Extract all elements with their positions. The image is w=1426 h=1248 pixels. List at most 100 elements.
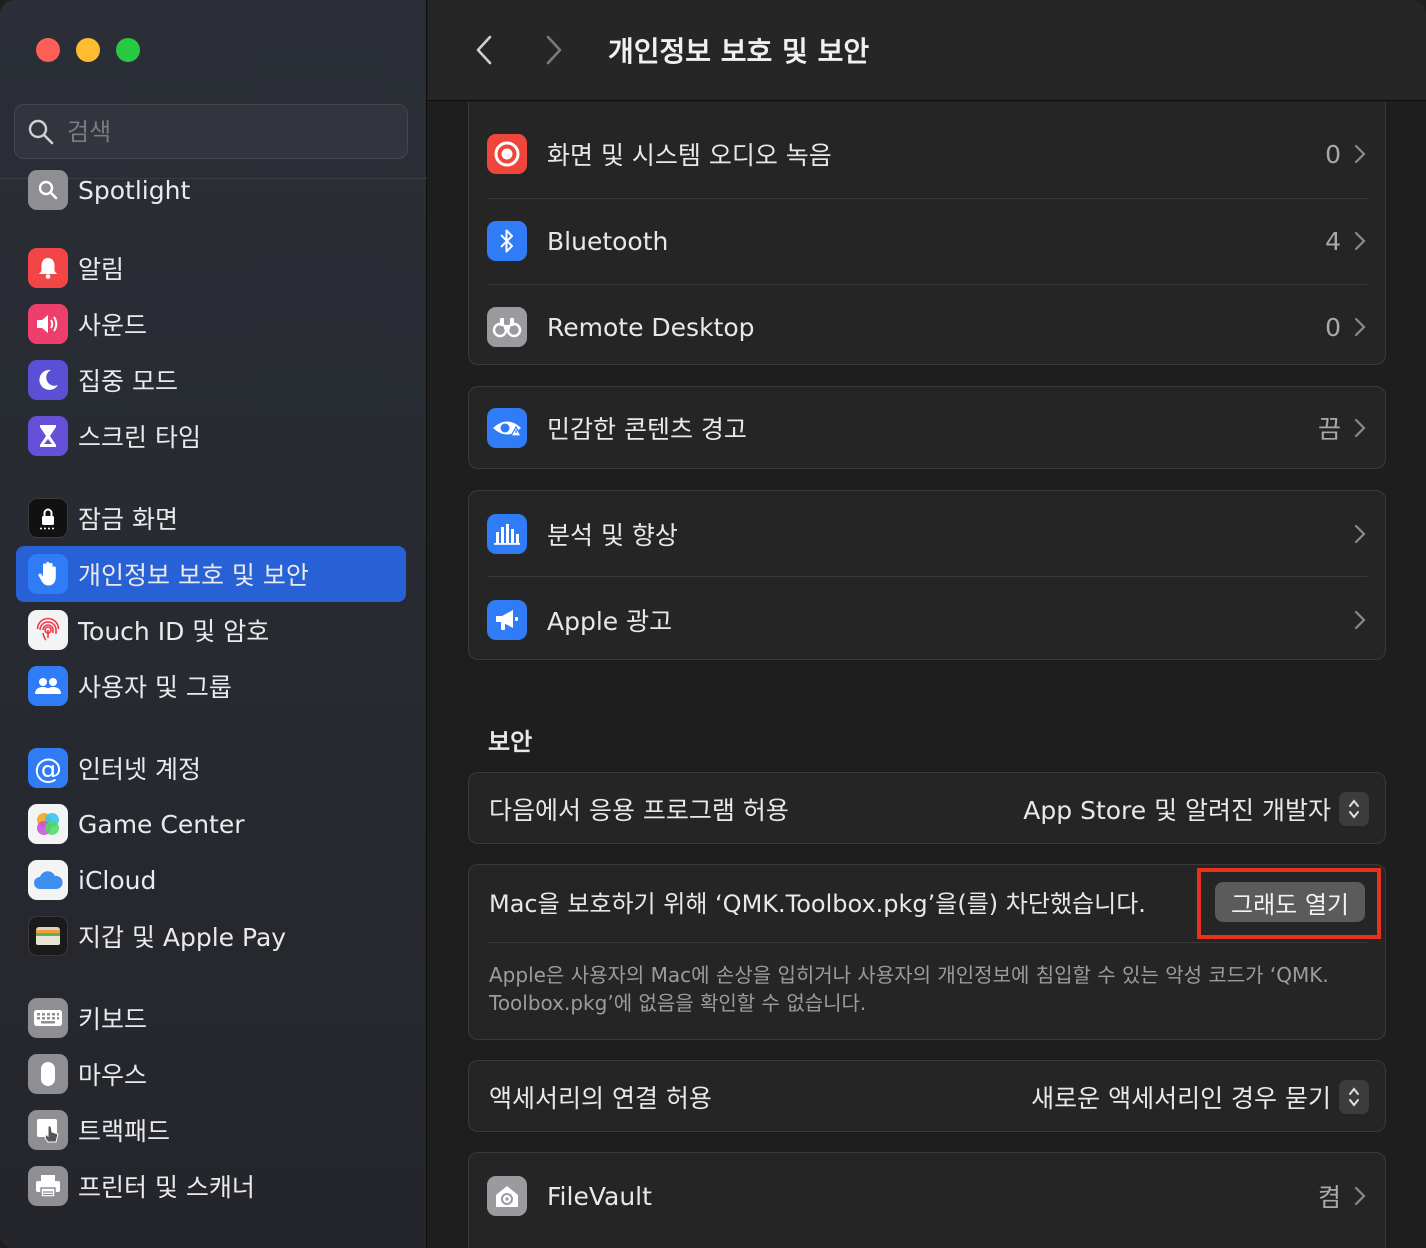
sensitive-content-label: 민감한 콘텐츠 경고 xyxy=(547,415,747,444)
allow-apps-popup[interactable]: App Store 및 알려진 개발자 xyxy=(1023,791,1369,827)
sidebar-item-label: 집중 모드 xyxy=(78,367,178,396)
main-pane: 개인정보 보호 및 보안 화면 및 시스템 오디오 녹음 0 Bluetooth… xyxy=(428,0,1426,1248)
permissions-card: 화면 및 시스템 오디오 녹음 0 Bluetooth 4 Remote Des… xyxy=(468,102,1386,365)
filevault-row[interactable]: FileVault 켬 xyxy=(487,1153,1367,1239)
chart-icon xyxy=(487,514,527,554)
sidebar-item-screen-time[interactable]: 스크린 타임 xyxy=(16,408,406,464)
sidebar-item-label: 프린터 및 스캐너 xyxy=(78,1173,255,1202)
record-icon xyxy=(487,134,527,174)
filevault-label: FileVault xyxy=(547,1181,652,1211)
sidebar-item-keyboard[interactable]: 키보드 xyxy=(16,990,406,1046)
search-input[interactable] xyxy=(67,117,367,146)
close-window-button[interactable] xyxy=(36,38,60,62)
binoculars-icon xyxy=(487,307,527,347)
accessories-label: 액세서리의 연결 허용 xyxy=(489,1084,712,1113)
settings-window: Spotlight 알림 사운드 집중 모드 xyxy=(0,0,1426,1248)
screen-recording-label: 화면 및 시스템 오디오 녹음 xyxy=(547,141,832,170)
accessories-row: 액세서리의 연결 허용 새로운 액세서리인 경우 묻기 xyxy=(489,1054,1369,1140)
page-title: 개인정보 보호 및 보안 xyxy=(608,35,870,68)
remote-desktop-row[interactable]: Remote Desktop 0 xyxy=(487,284,1367,370)
screen-recording-row[interactable]: 화면 및 시스템 오디오 녹음 0 xyxy=(487,111,1367,197)
bluetooth-row[interactable]: Bluetooth 4 xyxy=(487,198,1367,284)
accessories-value: 새로운 액세서리인 경우 묻기 xyxy=(1031,1084,1331,1113)
sensitive-content-card: 민감한 콘텐츠 경고 끔 xyxy=(468,386,1386,469)
updown-chevron-icon xyxy=(1339,792,1369,826)
row-separator xyxy=(487,942,1367,943)
sidebar-item-notifications[interactable]: 알림 xyxy=(16,240,406,296)
sidebar-item-label: 트랙패드 xyxy=(78,1117,171,1146)
at-icon: @ xyxy=(28,748,68,788)
minimize-window-button[interactable] xyxy=(76,38,100,62)
sidebar-item-users-groups[interactable]: 사용자 및 그룹 xyxy=(16,658,406,714)
sensitive-content-row[interactable]: 민감한 콘텐츠 경고 끔 xyxy=(487,385,1367,471)
filevault-card: FileVault 켬 xyxy=(468,1152,1386,1248)
sidebar-item-label: Game Center xyxy=(78,809,245,839)
traffic-lights xyxy=(36,38,140,62)
eye-warning-icon xyxy=(487,408,527,448)
sidebar-item-label: 개인정보 보호 및 보안 xyxy=(78,561,309,590)
sidebar-item-lock-screen[interactable]: 잠금 화면 xyxy=(16,490,406,546)
wallet-icon xyxy=(28,916,68,956)
sidebar-item-label: Touch ID 및 암호 xyxy=(78,617,270,646)
sidebar-item-label: 마우스 xyxy=(78,1061,148,1090)
chevron-right-icon xyxy=(546,35,562,65)
screen-recording-count: 0 xyxy=(1325,139,1341,169)
chevron-right-icon xyxy=(1354,317,1366,337)
sidebar-item-privacy-security[interactable]: 개인정보 보호 및 보안 xyxy=(16,546,406,602)
sidebar-item-trackpad[interactable]: 트랙패드 xyxy=(16,1102,406,1158)
sidebar-item-spotlight[interactable]: Spotlight xyxy=(16,162,406,218)
sidebar-item-label: 키보드 xyxy=(78,1005,148,1034)
sidebar-item-label: 인터넷 계정 xyxy=(78,755,201,784)
sidebar-item-label: 지갑 및 Apple Pay xyxy=(78,923,287,952)
mouse-icon xyxy=(28,1054,68,1094)
sidebar-item-game-center[interactable]: Game Center xyxy=(16,796,406,852)
sidebar-item-wallet[interactable]: 지갑 및 Apple Pay xyxy=(16,908,406,964)
sidebar-item-touch-id[interactable]: Touch ID 및 암호 xyxy=(16,602,406,658)
forward-button[interactable] xyxy=(534,30,574,70)
bell-icon xyxy=(28,248,68,288)
blocked-app-message: Mac을 보호하기 위해 ‘QMK.Toolbox.pkg’을(를) 차단했습니… xyxy=(489,889,1146,918)
chevron-left-icon xyxy=(476,35,492,65)
highlight-box xyxy=(1197,868,1381,939)
speaker-icon xyxy=(28,304,68,344)
moon-icon xyxy=(28,360,68,400)
back-button[interactable] xyxy=(464,30,504,70)
search-field[interactable] xyxy=(14,104,408,159)
analytics-row[interactable]: 분석 및 향상 xyxy=(487,491,1367,577)
house-lock-icon xyxy=(487,1176,527,1216)
sidebar-item-label: Spotlight xyxy=(78,175,191,205)
allow-apps-card: 다음에서 응용 프로그램 허용 App Store 및 알려진 개발자 xyxy=(468,772,1386,844)
apple-ads-label: Apple 광고 xyxy=(547,607,673,636)
sidebar: Spotlight 알림 사운드 집중 모드 xyxy=(0,0,427,1248)
zoom-window-button[interactable] xyxy=(116,38,140,62)
sidebar-item-label: 잠금 화면 xyxy=(78,505,178,534)
sidebar-item-label: 스크린 타임 xyxy=(78,423,201,452)
sidebar-item-printers[interactable]: 프린터 및 스캐너 xyxy=(16,1158,406,1214)
allow-apps-value: App Store 및 알려진 개발자 xyxy=(1023,796,1331,825)
chevron-right-icon xyxy=(1354,144,1366,164)
sidebar-item-mouse[interactable]: 마우스 xyxy=(16,1046,406,1102)
users-icon xyxy=(28,666,68,706)
analytics-ads-card: 분석 및 향상 Apple 광고 xyxy=(468,490,1386,660)
spotlight-icon xyxy=(28,170,68,210)
sidebar-item-icloud[interactable]: iCloud xyxy=(16,852,406,908)
settings-content: 화면 및 시스템 오디오 녹음 0 Bluetooth 4 Remote Des… xyxy=(428,102,1426,1248)
accessories-card: 액세서리의 연결 허용 새로운 액세서리인 경우 묻기 xyxy=(468,1060,1386,1132)
security-section-title: 보안 xyxy=(488,728,533,756)
accessories-popup[interactable]: 새로운 액세서리인 경우 묻기 xyxy=(1031,1079,1369,1115)
remote-desktop-label: Remote Desktop xyxy=(547,312,755,342)
sidebar-nav: Spotlight 알림 사운드 집중 모드 스크린 타임 잠금 화면 개인정보… xyxy=(0,160,427,1248)
blocked-app-row: Mac을 보호하기 위해 ‘QMK.Toolbox.pkg’을(를) 차단했습니… xyxy=(489,858,1169,944)
sidebar-item-internet-accounts[interactable]: @ 인터넷 계정 xyxy=(16,740,406,796)
remote-desktop-count: 0 xyxy=(1325,312,1341,342)
chevron-right-icon xyxy=(1354,231,1366,251)
apple-ads-row[interactable]: Apple 광고 xyxy=(487,577,1367,663)
titlebar: 개인정보 보호 및 보안 xyxy=(428,0,1426,101)
game-center-icon xyxy=(28,804,68,844)
sidebar-item-label: iCloud xyxy=(78,865,157,895)
sidebar-item-sound[interactable]: 사운드 xyxy=(16,296,406,352)
allow-apps-row: 다음에서 응용 프로그램 허용 App Store 및 알려진 개발자 xyxy=(489,766,1369,852)
updown-chevron-icon xyxy=(1339,1080,1369,1114)
chevron-right-icon xyxy=(1354,418,1366,438)
sidebar-item-focus[interactable]: 집중 모드 xyxy=(16,352,406,408)
